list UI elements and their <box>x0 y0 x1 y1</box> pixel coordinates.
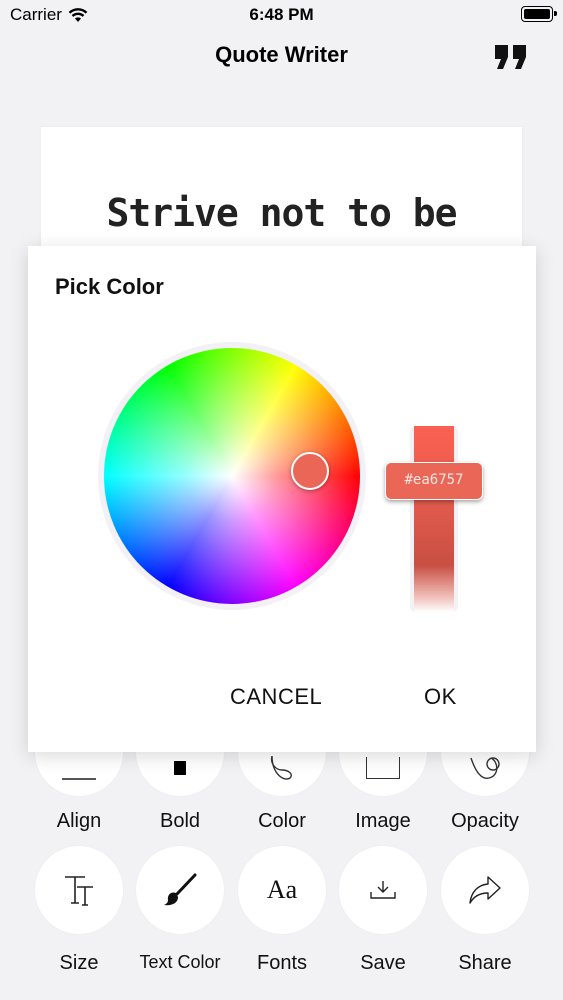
share-icon[interactable] <box>441 846 529 934</box>
battery-icon <box>521 6 557 22</box>
share-tool[interactable]: Share <box>439 846 531 975</box>
tool-label: Text Color <box>139 952 221 972</box>
image-tool[interactable]: Image <box>337 746 429 833</box>
download-icon[interactable] <box>339 846 427 934</box>
image-icon[interactable] <box>339 746 427 796</box>
save-tool[interactable]: Save <box>337 846 429 975</box>
tool-label: Size <box>59 952 99 974</box>
dialog-title: Pick Color <box>55 274 164 299</box>
color-tool[interactable]: Color <box>236 746 328 833</box>
size-tool[interactable]: Size <box>33 846 125 975</box>
fonts-glyph: Aa <box>266 875 298 904</box>
color-wheel-handle[interactable] <box>291 452 329 490</box>
status-time: 6:48 PM <box>249 5 314 24</box>
tool-label: Align <box>56 810 102 832</box>
brush-icon[interactable] <box>136 846 224 934</box>
tool-label: Share <box>458 952 512 974</box>
ok-button[interactable]: OK <box>424 684 457 710</box>
status-bar: Carrier 6:48 PM <box>0 0 563 32</box>
quote-icon[interactable] <box>493 44 529 70</box>
color-picker-dialog: Pick Color #ea6757 CANCEL OK <box>28 246 536 752</box>
tool-label: Bold <box>159 810 201 832</box>
bold-tool[interactable]: Bold <box>134 746 226 833</box>
brightness-slider-track[interactable] <box>414 426 454 612</box>
opacity-tool[interactable]: Opacity <box>439 746 531 833</box>
align-tool[interactable]: Align <box>33 746 125 833</box>
page-title: Quote Writer <box>215 42 348 67</box>
tool-label: Color <box>258 810 306 832</box>
color-wheel-container <box>98 342 366 610</box>
bold-icon[interactable] <box>136 746 224 796</box>
fonts-tool[interactable]: Aa Fonts <box>236 846 328 975</box>
align-icon[interactable] <box>35 746 123 796</box>
tool-label: Fonts <box>256 952 308 974</box>
tool-label: Opacity <box>451 810 519 832</box>
fonts-icon[interactable]: Aa <box>238 846 326 934</box>
cancel-button[interactable]: CANCEL <box>230 684 322 710</box>
text-color-tool[interactable]: Text Color <box>134 846 226 973</box>
tool-label: Image <box>355 810 411 832</box>
opacity-icon[interactable] <box>441 746 529 796</box>
hex-value-badge: #ea6757 <box>385 462 483 500</box>
quote-text[interactable]: Strive not to be <box>41 191 522 235</box>
tool-label: Save <box>360 952 406 974</box>
brightness-slider[interactable] <box>410 426 458 612</box>
text-size-icon[interactable] <box>35 846 123 934</box>
palette-icon[interactable] <box>238 746 326 796</box>
